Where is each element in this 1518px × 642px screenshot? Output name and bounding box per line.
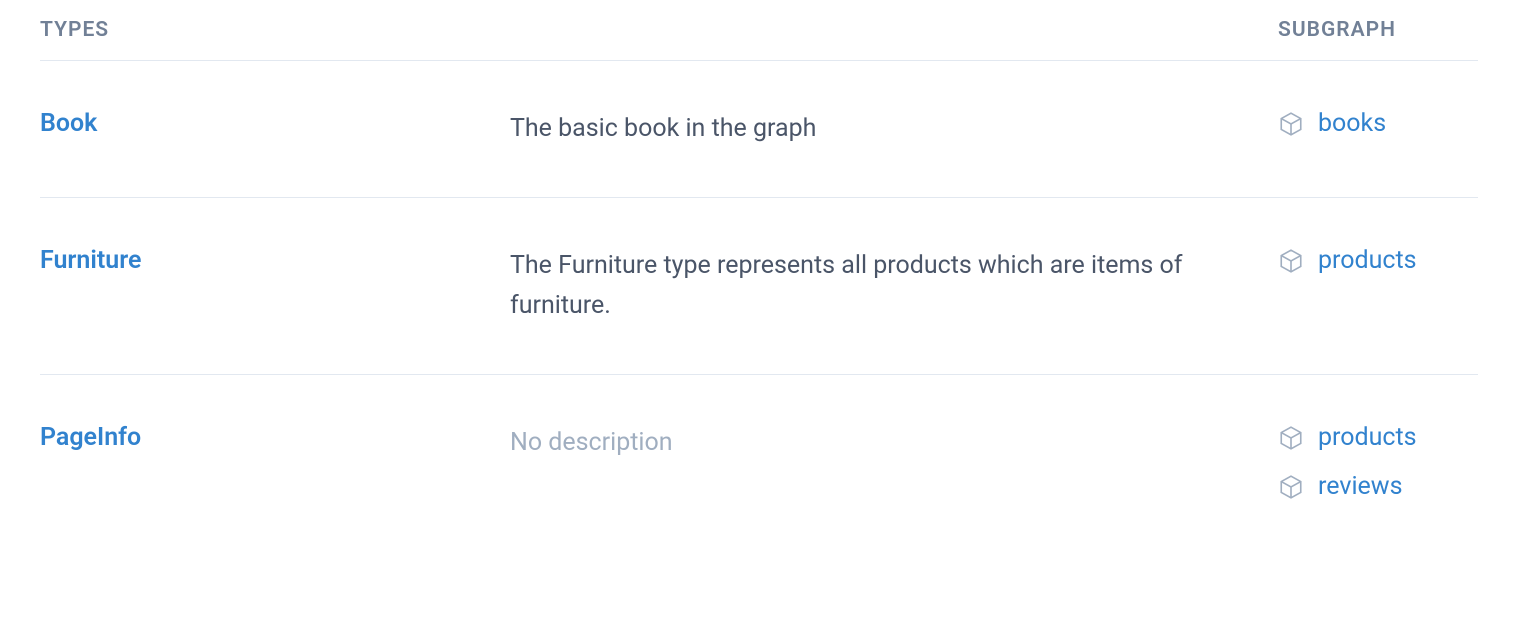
column-header-description bbox=[510, 18, 1278, 42]
type-cell: PageInfo bbox=[40, 423, 510, 452]
type-description: No description bbox=[510, 423, 1278, 463]
subgraph-cell: products reviews bbox=[1278, 423, 1478, 501]
type-description: The basic book in the graph bbox=[510, 109, 1278, 149]
subgraph-link[interactable]: reviews bbox=[1278, 472, 1478, 501]
table-row: PageInfo No description products reviews bbox=[40, 375, 1478, 549]
subgraph-cell: books bbox=[1278, 109, 1478, 138]
subgraph-label: reviews bbox=[1318, 472, 1402, 501]
types-table: TYPES SUBGRAPH Book The basic book in the… bbox=[0, 0, 1518, 549]
type-link[interactable]: Book bbox=[40, 109, 97, 138]
cube-icon bbox=[1278, 248, 1304, 274]
subgraph-label: products bbox=[1318, 246, 1417, 275]
cube-icon bbox=[1278, 474, 1304, 500]
cube-icon bbox=[1278, 425, 1304, 451]
subgraph-label: products bbox=[1318, 423, 1417, 452]
table-row: Furniture The Furniture type represents a… bbox=[40, 198, 1478, 375]
type-cell: Book bbox=[40, 109, 510, 138]
column-header-subgraph: SUBGRAPH bbox=[1278, 18, 1478, 42]
column-header-types: TYPES bbox=[40, 18, 510, 42]
type-link[interactable]: PageInfo bbox=[40, 423, 141, 452]
subgraph-link[interactable]: products bbox=[1278, 423, 1478, 452]
table-header-row: TYPES SUBGRAPH bbox=[40, 0, 1478, 61]
table-row: Book The basic book in the graph books bbox=[40, 61, 1478, 198]
type-link[interactable]: Furniture bbox=[40, 246, 141, 275]
type-cell: Furniture bbox=[40, 246, 510, 275]
cube-icon bbox=[1278, 111, 1304, 137]
subgraph-cell: products bbox=[1278, 246, 1478, 275]
subgraph-link[interactable]: books bbox=[1278, 109, 1478, 138]
subgraph-link[interactable]: products bbox=[1278, 246, 1478, 275]
subgraph-label: books bbox=[1318, 109, 1386, 138]
type-description: The Furniture type represents all produc… bbox=[510, 246, 1278, 326]
